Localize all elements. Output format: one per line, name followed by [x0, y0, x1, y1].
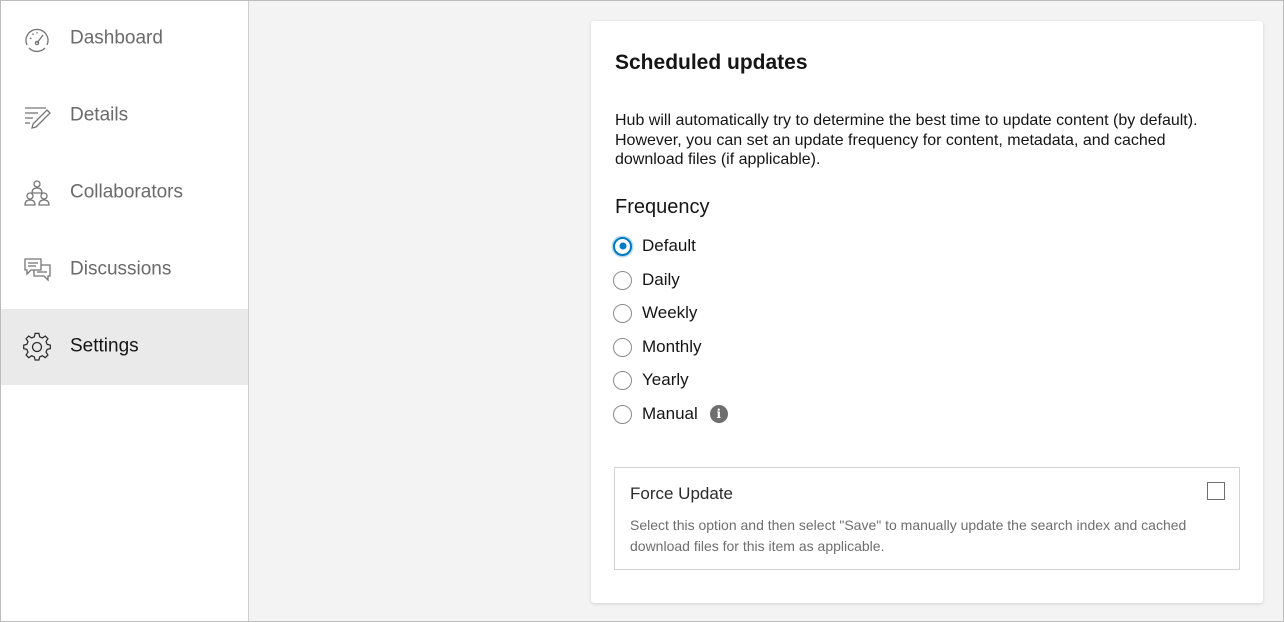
sidebar: Dashboard Details Collaborators Discussi…: [1, 1, 249, 621]
radio-label: Monthly: [642, 337, 702, 356]
radio-button[interactable]: [613, 270, 632, 290]
sidebar-item-label: Details: [70, 104, 129, 126]
sidebar-item-details[interactable]: Details: [1, 78, 248, 154]
radio-option-weekly[interactable]: Weekly: [613, 299, 697, 327]
sidebar-item-label: Dashboard: [70, 27, 163, 49]
sidebar-item-collaborators[interactable]: Collaborators: [1, 155, 248, 231]
force-update-description: Select this option and then select "Save…: [630, 517, 1187, 554]
radio-option-manual[interactable]: Manual i: [613, 400, 728, 428]
radio-label: Default: [642, 236, 696, 255]
radio-button[interactable]: [613, 370, 632, 390]
frequency-label: Frequency: [615, 196, 710, 218]
settings-gear-icon: [22, 332, 52, 362]
dashboard-gauge-icon: [22, 24, 52, 54]
radio-label: Yearly: [642, 370, 689, 389]
force-update-panel: Force Update Select this option and then…: [614, 467, 1240, 570]
discussions-speech-icon: [22, 255, 52, 285]
details-pen-icon: [22, 101, 52, 131]
radio-label: Weekly: [642, 303, 698, 322]
sidebar-item-label: Discussions: [70, 258, 172, 280]
radio-button[interactable]: [613, 404, 632, 424]
sidebar-item-label: Settings: [70, 335, 139, 357]
radio-option-monthly[interactable]: Monthly: [613, 333, 702, 361]
radio-label: Daily: [642, 270, 680, 289]
radio-option-yearly[interactable]: Yearly: [613, 366, 689, 394]
radio-label: Manual: [642, 404, 698, 423]
force-update-checkbox[interactable]: [1207, 482, 1225, 500]
card-title: Scheduled updates: [615, 51, 808, 74]
collaborators-people-icon: [22, 178, 52, 208]
radio-option-default[interactable]: Default: [613, 232, 696, 260]
radio-button[interactable]: [613, 236, 632, 256]
sidebar-item-dashboard[interactable]: Dashboard: [1, 1, 248, 77]
force-update-title: Force Update: [630, 484, 733, 503]
sidebar-item-settings[interactable]: Settings: [1, 309, 248, 385]
radio-option-daily[interactable]: Daily: [613, 266, 680, 294]
info-icon[interactable]: i: [709, 405, 728, 423]
radio-button[interactable]: [613, 337, 632, 357]
app-frame: Dashboard Details Collaborators Discussi…: [0, 0, 1284, 622]
radio-button[interactable]: [613, 303, 632, 323]
scheduled-updates-card: Scheduled updates Hub will automatically…: [591, 21, 1263, 603]
card-description: Hub will automatically try to determine …: [615, 112, 1198, 168]
sidebar-item-discussions[interactable]: Discussions: [1, 232, 248, 308]
sidebar-item-label: Collaborators: [70, 181, 183, 203]
